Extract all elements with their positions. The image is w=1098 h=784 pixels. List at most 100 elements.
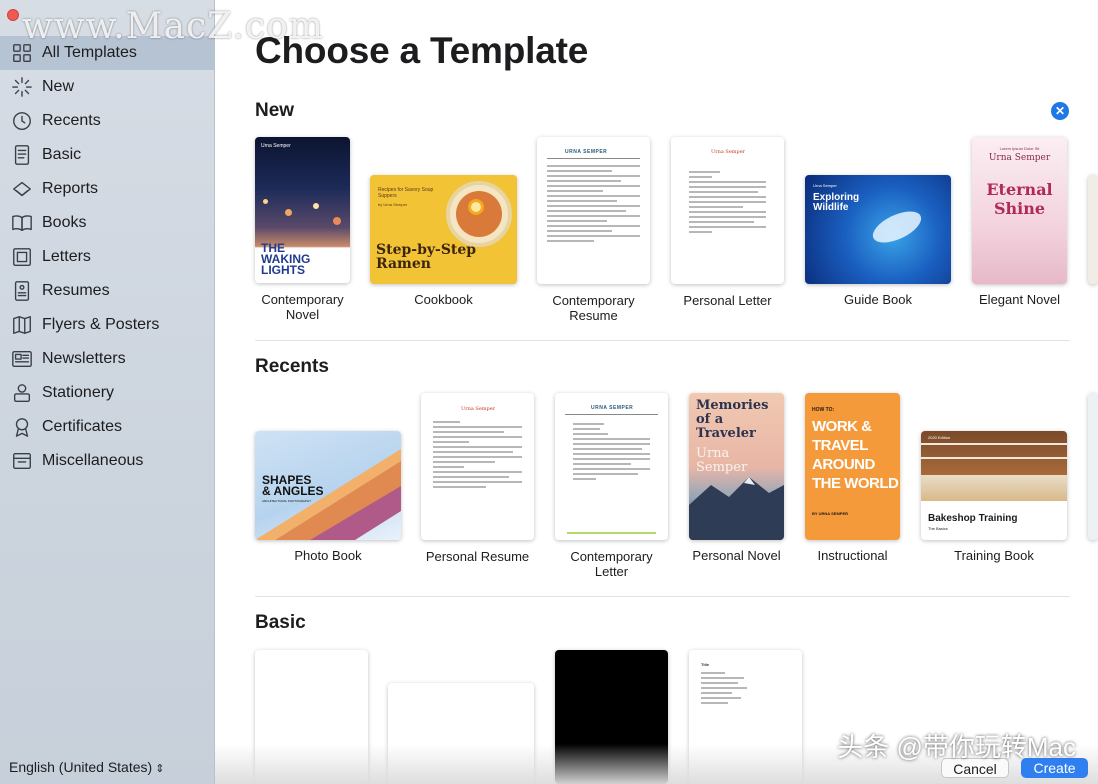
cover-title-line: LIGHTS xyxy=(261,263,305,277)
sidebar-item-certificates[interactable]: Certificates xyxy=(0,410,215,444)
cover-author: BY URNA SEMPER xyxy=(812,511,849,516)
sidebar-item-books[interactable]: Books xyxy=(0,206,215,240)
sidebar-item-label: Miscellaneous xyxy=(42,452,144,469)
template-label: Photo Book xyxy=(255,548,401,563)
template-label: Contemporary Novel xyxy=(255,292,350,322)
cover-title-line: Memories xyxy=(696,398,769,413)
template-chooser: Choose a Template New ✕ Urna Semper THE … xyxy=(215,0,1098,784)
template-label: Personal Letter xyxy=(671,293,784,308)
clock-icon xyxy=(10,109,34,133)
sidebar-item-reports[interactable]: Reports xyxy=(0,172,215,206)
sidebar-item-resumes[interactable]: Resumes xyxy=(0,274,215,308)
letter-icon xyxy=(10,245,34,269)
template-label-line: Elegant Novel xyxy=(979,292,1060,307)
stationery-icon xyxy=(10,381,34,405)
cover-title: Bakeshop Training xyxy=(928,513,1018,524)
template-thumbnail: Recipes for Savory Soup Suppers by Urna … xyxy=(370,175,517,284)
sidebar-item-label: New xyxy=(42,78,75,95)
template-label: Instructional xyxy=(805,548,900,563)
template-label-line: Contemporary xyxy=(570,549,653,564)
cover-title-line: HOW TO: xyxy=(812,407,835,413)
template-label-line: Personal Resume xyxy=(425,549,530,564)
cover-author-line: Semper xyxy=(696,460,748,475)
section-divider xyxy=(255,340,1070,341)
report-icon xyxy=(10,177,34,201)
template-thumbnail-partial[interactable] xyxy=(1088,175,1098,284)
sidebar-item-label: Basic xyxy=(42,146,82,163)
newsletter-icon xyxy=(10,347,34,371)
template-thumbnail: URNA SEMPER xyxy=(537,137,650,284)
cover-title: Title xyxy=(701,662,710,667)
sidebar-item-newsletters[interactable]: Newsletters xyxy=(0,342,215,376)
sidebar-item-stationery[interactable]: Stationery xyxy=(0,376,215,410)
template-label-line: Resume xyxy=(569,308,618,323)
close-window-button[interactable] xyxy=(7,9,19,21)
sidebar-item-label: Certificates xyxy=(42,418,123,435)
template-label: Guide Book xyxy=(805,292,951,307)
cover-title-line: & ANGLES xyxy=(262,484,324,498)
cover-title-line: Step-by-Step xyxy=(376,242,477,258)
template-thumbnail: Memories of a Traveler Urna Semper xyxy=(689,393,784,540)
template-label: Contemporary Letter xyxy=(555,549,668,579)
sidebar-item-flyers-posters[interactable]: Flyers & Posters xyxy=(0,308,215,342)
sidebar-item-letters[interactable]: Letters xyxy=(0,240,215,274)
cover-title-line: Ramen xyxy=(376,256,431,272)
template-label-line: Cookbook xyxy=(414,292,473,307)
cover-author: Urna Semper xyxy=(813,183,837,188)
cover-title-line: Wildlife xyxy=(813,202,849,213)
map-icon xyxy=(10,313,34,337)
sidebar-item-basic[interactable]: Basic xyxy=(0,138,215,172)
cover-subtitle: Lorem Ipsum Dolor Sit xyxy=(999,146,1040,151)
template-thumbnail: HOW TO: WORK & TRAVEL AROUND THE WORLD B… xyxy=(805,393,900,540)
template-label-line: Training Book xyxy=(954,548,1034,563)
cover-title-line: of a xyxy=(696,412,724,427)
template-label-line: Photo Book xyxy=(294,548,362,563)
sidebar: All Templates New Recents Basic Reports … xyxy=(0,0,215,784)
section-heading-recents: Recents xyxy=(255,356,329,377)
section-divider xyxy=(255,596,1070,597)
watermark-caption: 头条 @带你玩转Mac xyxy=(837,732,1076,762)
sidebar-item-recents[interactable]: Recents xyxy=(0,104,215,138)
cover-author: URNA SEMPER xyxy=(565,149,608,155)
section-heading-new: New xyxy=(255,100,295,121)
close-section-icon[interactable]: ✕ xyxy=(1051,102,1069,120)
template-thumbnail: Urna Semper xyxy=(421,393,534,540)
template-label-line: Guide Book xyxy=(844,292,912,307)
template-thumbnail: URNA SEMPER xyxy=(555,393,668,540)
cover-author: by Urna Semper xyxy=(378,202,408,207)
cover-author: Urna Semper xyxy=(988,153,1051,163)
cover-author: Urna Semper xyxy=(261,143,291,149)
cover-subtitle: Recipes for Savory Soup Suppers xyxy=(378,187,434,199)
template-thumbnail: Urna Semper THE WAKING LIGHTS xyxy=(255,137,350,283)
template-label: Training Book xyxy=(921,548,1067,563)
cover-title-line: THE WORLD xyxy=(812,475,899,492)
language-selector[interactable]: English (United States) ⇕ xyxy=(9,759,164,775)
sidebar-item-label: Recents xyxy=(42,112,101,129)
chevron-updown-icon: ⇕ xyxy=(152,763,165,775)
template-label-line: Personal Letter xyxy=(683,293,772,308)
template-label: Elegant Novel xyxy=(972,292,1067,307)
sidebar-item-label: Letters xyxy=(42,248,91,265)
template-thumbnail-partial[interactable] xyxy=(1088,393,1098,540)
ribbon-icon xyxy=(10,415,34,439)
cover-title-line: TRAVEL xyxy=(812,437,868,454)
sidebar-item-label: Flyers & Posters xyxy=(42,316,160,333)
cover-author: URNA SEMPER xyxy=(591,405,634,411)
section-heading-basic: Basic xyxy=(255,612,306,633)
template-thumbnail: SHAPES & ANGLES ARCHITECTURAL PHOTOGRAPH… xyxy=(255,431,401,540)
cover-title-line: WORK & xyxy=(812,418,872,435)
template-label-line: Contemporary xyxy=(552,293,635,308)
sidebar-item-miscellaneous[interactable]: Miscellaneous xyxy=(0,444,215,478)
template-label: Personal Resume xyxy=(421,549,534,564)
cover-title-line: AROUND xyxy=(812,456,875,473)
template-label: Contemporary Resume xyxy=(537,293,650,323)
template-label: Personal Novel xyxy=(689,548,784,563)
cover-author: Urna Semper xyxy=(711,149,746,155)
cover-title-line: Shine xyxy=(993,199,1046,218)
template-label-line: Personal Novel xyxy=(692,548,781,563)
cover-subtitle: ARCHITECTURAL PHOTOGRAPHY xyxy=(262,499,312,503)
resume-icon xyxy=(10,279,34,303)
document-icon xyxy=(10,143,34,167)
sidebar-item-new[interactable]: New xyxy=(0,70,215,104)
template-label-line: Instructional xyxy=(817,548,888,563)
